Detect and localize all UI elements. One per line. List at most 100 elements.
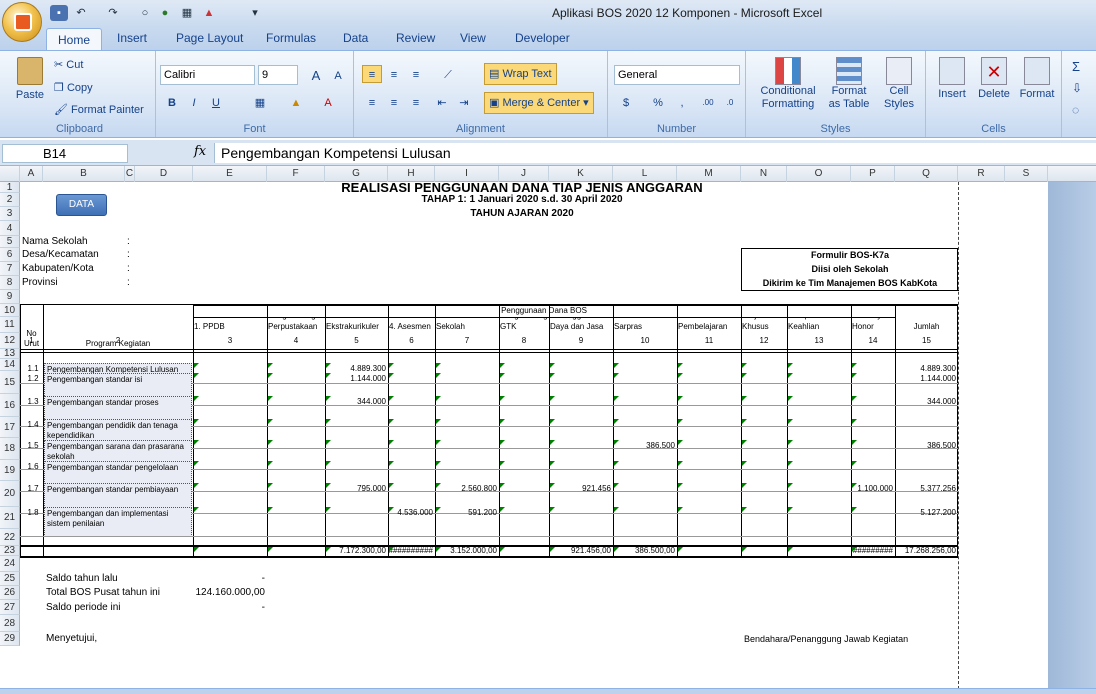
- name-box[interactable]: B14: [2, 144, 128, 163]
- select-all-corner[interactable]: [0, 166, 20, 182]
- saldo-value[interactable]: -: [193, 572, 265, 586]
- wrap-text-button[interactable]: ▤ Wrap Text: [484, 63, 557, 85]
- bold-button[interactable]: B: [162, 93, 182, 111]
- circle-icon[interactable]: ○: [136, 5, 154, 21]
- sheet-tabs-bar[interactable]: [0, 688, 1096, 694]
- tab-data[interactable]: Data: [343, 31, 368, 45]
- item-value-h[interactable]: 4.536.000: [388, 508, 433, 517]
- align-right-icon[interactable]: ≡: [406, 93, 426, 111]
- delete-button[interactable]: ✕ Delete: [976, 57, 1012, 100]
- column-number[interactable]: 8: [499, 333, 549, 349]
- item-value-q[interactable]: 5.127.200: [895, 508, 956, 517]
- info-label[interactable]: Kabupaten/Kota: [22, 262, 94, 276]
- report-year[interactable]: TAHUN AJARAN 2020: [193, 207, 851, 221]
- column-header-g[interactable]: G: [325, 166, 388, 182]
- column-number[interactable]: 10: [613, 333, 677, 349]
- item-number[interactable]: 1.3: [23, 397, 43, 406]
- decrease-decimal-icon[interactable]: .0: [720, 93, 740, 111]
- customize-qat-icon[interactable]: ▾: [246, 5, 264, 21]
- underline-button[interactable]: U: [206, 93, 226, 111]
- tab-home[interactable]: Home: [46, 28, 102, 51]
- column-header-label[interactable]: 9. Alat Multi Media Pembelajaran: [677, 318, 741, 332]
- column-number[interactable]: 6: [388, 333, 435, 349]
- row-header-10[interactable]: 10: [0, 304, 20, 317]
- align-left-icon[interactable]: ≡: [362, 93, 382, 111]
- form-box-line[interactable]: Formulir BOS-K7a: [741, 248, 959, 262]
- column-header-label[interactable]: 11. Uji Kompetensi Keahlian: [787, 318, 851, 332]
- saldo-value[interactable]: 124.160.000,00: [193, 586, 265, 600]
- font-color-button[interactable]: A: [318, 93, 338, 111]
- increase-indent-icon[interactable]: ⇥: [454, 93, 474, 111]
- menyetujui-label[interactable]: Menyetujui,: [46, 632, 97, 646]
- formula-input[interactable]: Pengembangan Kompetensi Lulusan: [214, 143, 1096, 163]
- italic-button[interactable]: I: [184, 93, 204, 111]
- saldo-label[interactable]: Saldo tahun lalu: [46, 572, 118, 586]
- office-button[interactable]: [2, 2, 42, 42]
- paste-button[interactable]: Paste: [12, 57, 48, 109]
- tab-review[interactable]: Review: [396, 31, 435, 45]
- column-header-label[interactable]: 8. Pemeliharaan Sarpras: [613, 318, 677, 332]
- item-number[interactable]: 1.8: [23, 508, 43, 517]
- total-value-h[interactable]: ##########: [388, 546, 434, 556]
- item-value-i[interactable]: 2.560.800: [435, 484, 497, 493]
- item-value-q[interactable]: 386.500: [895, 441, 956, 450]
- item-name[interactable]: Pengembangan dan implementasi sistem pen…: [44, 507, 192, 537]
- column-header-n[interactable]: N: [741, 166, 787, 182]
- check-icon[interactable]: ●: [156, 5, 174, 21]
- report-subtitle[interactable]: TAHAP 1: 1 Januari 2020 s.d. 30 April 20…: [193, 193, 851, 207]
- row-header-3[interactable]: 3: [0, 207, 20, 221]
- info-colon[interactable]: :: [127, 262, 130, 276]
- row-header-22[interactable]: 22: [0, 529, 20, 546]
- item-value-g[interactable]: 4.889.300: [325, 364, 386, 373]
- column-header-label[interactable]: 3. Pembelajaran dan Ekstrakurikuler: [325, 318, 388, 332]
- group-header[interactable]: Penggunaan Dana BOS: [193, 304, 895, 317]
- item-value-q[interactable]: 344.000: [895, 397, 956, 406]
- total-value-p[interactable]: #########: [851, 546, 893, 556]
- column-header-e[interactable]: E: [193, 166, 267, 182]
- undo-icon[interactable]: ↶: [72, 5, 90, 21]
- autosum-icon[interactable]: Σ: [1072, 59, 1080, 74]
- percent-icon[interactable]: %: [648, 93, 668, 111]
- row-header-14[interactable]: 14: [0, 359, 20, 371]
- column-number[interactable]: 15: [895, 333, 958, 349]
- save-icon[interactable]: ▪: [50, 5, 68, 21]
- total-value-q[interactable]: 17.268.256,00: [895, 546, 956, 556]
- item-value-q[interactable]: 5.377.256: [895, 484, 956, 493]
- total-value-l[interactable]: 386.500,00: [613, 546, 675, 556]
- bendahara-label[interactable]: Bendahara/Penanggung Jawab Kegiatan: [744, 632, 908, 646]
- row-header-18[interactable]: 18: [0, 438, 20, 460]
- column-header-q[interactable]: Q: [895, 166, 958, 182]
- cell-styles-button[interactable]: Cell Styles: [876, 57, 922, 111]
- row-header-17[interactable]: 17: [0, 417, 20, 438]
- column-header-d[interactable]: D: [135, 166, 193, 182]
- row-header-4[interactable]: 4: [0, 221, 20, 236]
- column-header-label[interactable]: 5. Administrasi Sekolah: [435, 318, 499, 332]
- total-value-k[interactable]: 921.456,00: [549, 546, 611, 556]
- row-header-21[interactable]: 21: [0, 507, 20, 529]
- column-header-r[interactable]: R: [958, 166, 1005, 182]
- form-box-line[interactable]: Diisi oleh Sekolah: [741, 262, 959, 276]
- item-number[interactable]: 1.4: [23, 420, 43, 429]
- item-value-i[interactable]: 591.200: [435, 508, 497, 517]
- row-header-5[interactable]: 5: [0, 236, 20, 248]
- saldo-label[interactable]: Saldo periode ini: [46, 600, 121, 615]
- redo-icon[interactable]: ↷: [104, 5, 122, 21]
- column-header-s[interactable]: S: [1005, 166, 1048, 182]
- row-header-1[interactable]: 1: [0, 182, 20, 193]
- row-header-15[interactable]: 15: [0, 371, 20, 394]
- info-colon[interactable]: :: [127, 236, 130, 248]
- form-box-line[interactable]: Dikirim ke Tim Manajemen BOS KabKota: [741, 276, 959, 290]
- report-title[interactable]: REALISASI PENGGUNAAN DANA TIAP JENIS ANG…: [193, 182, 851, 193]
- item-number[interactable]: 1.7: [23, 484, 43, 493]
- info-label[interactable]: Desa/Kecamatan: [22, 248, 99, 262]
- align-center-icon[interactable]: ≡: [384, 93, 404, 111]
- column-header-l[interactable]: L: [613, 166, 677, 182]
- column-number[interactable]: 3: [193, 333, 267, 349]
- column-number[interactable]: 7: [435, 333, 499, 349]
- format-painter-button[interactable]: 🖌 Format Painter: [54, 103, 144, 116]
- format-as-table-button[interactable]: Format as Table: [824, 57, 874, 111]
- item-value-q[interactable]: 4.889.300: [895, 364, 956, 373]
- row-header-25[interactable]: 25: [0, 572, 20, 586]
- tab-formulas[interactable]: Formulas: [266, 31, 316, 45]
- row-header-28[interactable]: 28: [0, 615, 20, 632]
